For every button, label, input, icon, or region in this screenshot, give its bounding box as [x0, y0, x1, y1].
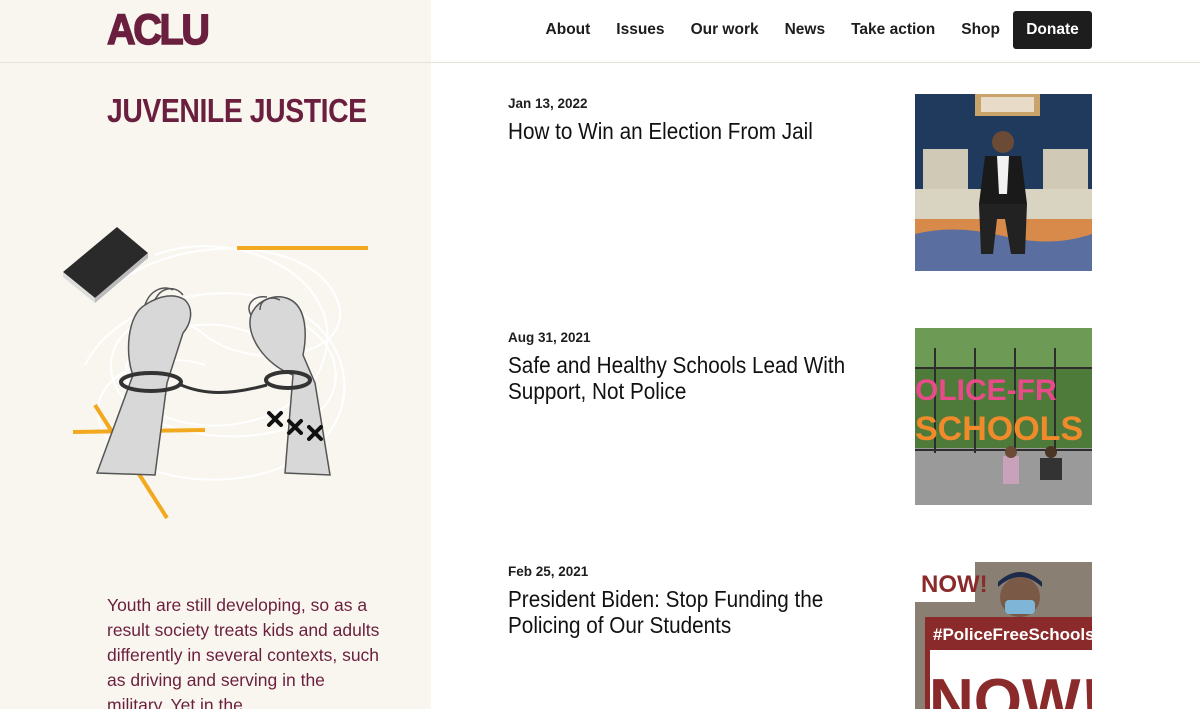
aclu-logo[interactable]: ACLU [106, 8, 210, 53]
main-nav: About Issues Our work News Take action S… [546, 11, 1092, 49]
article-card[interactable]: Jan 13, 2022 How to Win an Election From… [508, 94, 1092, 272]
article-date: Feb 25, 2021 [508, 564, 589, 579]
book-icon [63, 227, 148, 303]
site-header: ACLU About Issues Our work News Take act… [0, 0, 1200, 63]
nav-about[interactable]: About [546, 21, 591, 39]
article-title-link[interactable]: President Biden: Stop Funding the Polici… [508, 586, 868, 638]
sign-top-text: NOW! [921, 571, 988, 598]
article-date: Jan 13, 2022 [508, 96, 588, 111]
article-title-link[interactable]: How to Win an Election From Jail [508, 118, 868, 144]
article-thumbnail[interactable]: NOW! #PoliceFreeSchools NOW! [915, 562, 1092, 709]
article-title-link[interactable]: Safe and Healthy Schools Lead With Suppo… [508, 352, 868, 404]
man-seated-on-sofa-photo [915, 94, 1092, 271]
article-date: Aug 31, 2021 [508, 330, 591, 345]
fence-text-line1: OLICE-FR [915, 374, 1057, 407]
nav-news[interactable]: News [785, 21, 826, 39]
sign-hashtag-text: #PoliceFreeSchools [933, 625, 1092, 644]
article-thumbnail[interactable]: OLICE-FR SCHOOLS [915, 328, 1092, 505]
nav-shop[interactable]: Shop [961, 21, 1000, 39]
police-free-schools-fence-photo: OLICE-FR SCHOOLS [915, 328, 1092, 505]
donate-button[interactable]: Donate [1013, 11, 1092, 49]
nav-issues[interactable]: Issues [616, 21, 664, 39]
police-free-schools-protest-sign-photo: NOW! #PoliceFreeSchools NOW! [915, 562, 1092, 709]
sign-bottom-text: NOW! [929, 667, 1092, 709]
nav-take-action[interactable]: Take action [851, 21, 935, 39]
juvenile-justice-illustration [55, 215, 385, 525]
article-thumbnail[interactable] [915, 94, 1092, 271]
intro-paragraph: Youth are still developing, so as a resu… [107, 595, 380, 709]
nav-our-work[interactable]: Our work [691, 21, 759, 39]
article-card[interactable]: Feb 25, 2021 President Biden: Stop Fundi… [508, 562, 1092, 709]
article-card[interactable]: Aug 31, 2021 Safe and Healthy Schools Le… [508, 328, 1092, 506]
fence-text-line2: SCHOOLS [915, 410, 1083, 448]
page-title: JUVENILE JUSTICE [107, 92, 367, 129]
